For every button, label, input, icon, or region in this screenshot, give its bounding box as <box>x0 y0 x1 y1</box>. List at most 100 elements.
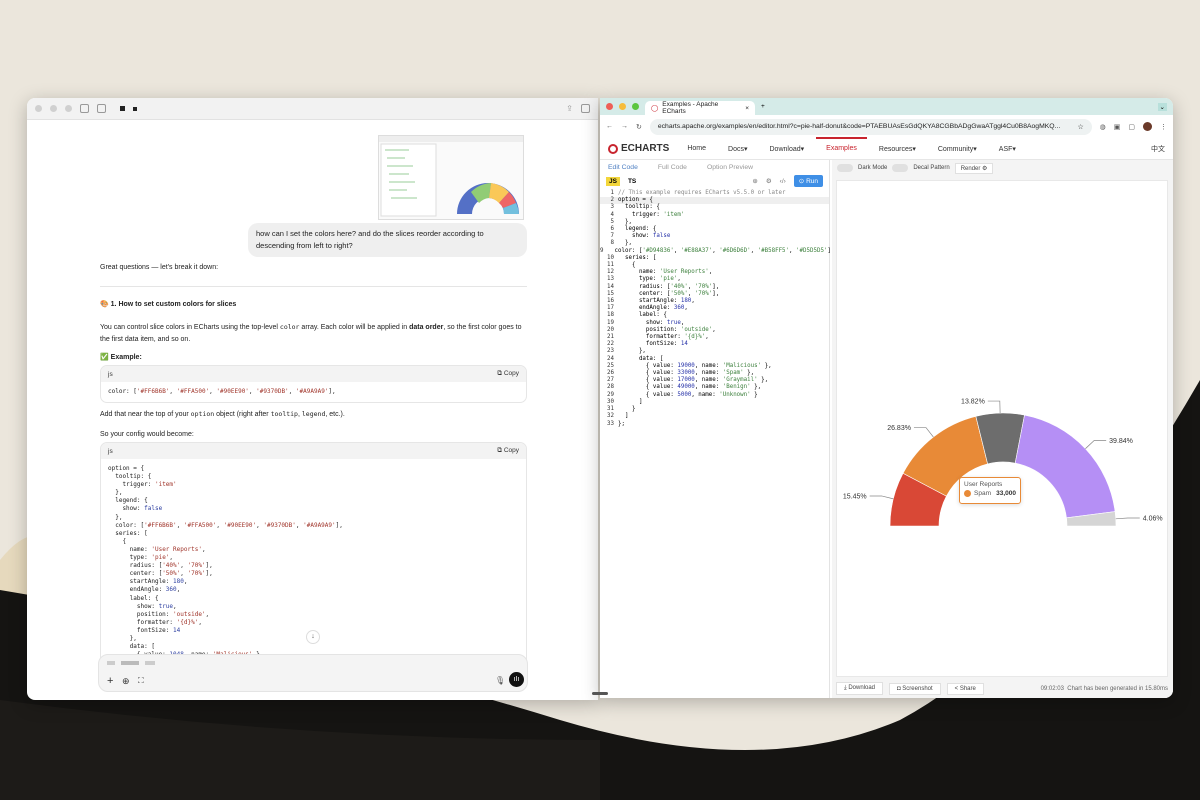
lang-js-tab[interactable]: JS <box>606 176 620 186</box>
code-token: 'Unknown' <box>719 391 751 398</box>
code-line: type: 'pie', <box>108 554 174 562</box>
globe-icon[interactable]: ⊕ <box>122 676 130 687</box>
code-token: 'item' <box>154 481 177 489</box>
extension-icon[interactable]: ▣ <box>1114 123 1121 131</box>
nav-examples[interactable]: Examples <box>816 137 867 152</box>
render-button[interactable]: Render ⚙ <box>954 162 994 174</box>
editor-line: 10 series: [ <box>600 255 829 262</box>
browser-tab[interactable]: ◯ Examples - Apache ECharts × <box>645 101 755 115</box>
code-line: name: 'User Reports', <box>108 545 206 553</box>
format-icon[interactable]: ⊕ <box>752 177 757 185</box>
code-token: '50%' <box>670 290 688 297</box>
extension-icon[interactable]: ◍ <box>1100 123 1106 131</box>
close-button[interactable] <box>35 105 42 112</box>
tab-option-preview[interactable]: Option Preview <box>707 164 753 171</box>
scroll-down-button[interactable]: ↓ <box>306 630 320 644</box>
line-code: fontSize: 14 <box>618 341 688 348</box>
download-button[interactable]: ⤓ Download <box>836 682 884 695</box>
code-line: legend: { <box>108 497 148 505</box>
zoom-button[interactable] <box>632 103 639 110</box>
settings-icon[interactable]: ⚙ <box>766 177 772 185</box>
nav-resources[interactable]: Resources▾ <box>879 145 916 153</box>
menu-icon[interactable]: ⋮ <box>1160 123 1167 131</box>
slice-benign[interactable] <box>1014 414 1116 519</box>
nav-asf[interactable]: ASF▾ <box>999 145 1016 153</box>
copy-button[interactable]: ⧉ Copy <box>497 370 519 378</box>
copy-button[interactable]: ⧉ Copy <box>497 447 519 455</box>
editor-line: 19 show: true, <box>600 320 829 327</box>
run-label: Run <box>806 178 818 185</box>
slice-label: 26.83% <box>887 425 911 432</box>
editor-line: 28 { value: 49000, name: 'Benign' }, <box>600 384 829 391</box>
tab-full-code[interactable]: Full Code <box>658 164 687 171</box>
code-icon[interactable]: ‹/› <box>780 178 786 185</box>
bookmark-star-icon[interactable]: ☆ <box>1078 123 1084 131</box>
code-token: 360 <box>165 586 177 594</box>
line-number: 11 <box>607 262 614 269</box>
code-token: 'outside' <box>173 610 206 618</box>
line-code: data: [ <box>618 355 664 362</box>
code-token: 'pie' <box>151 554 170 562</box>
code-editor[interactable]: 1// This example requires ECharts v5.5.0… <box>600 188 834 428</box>
assistant-intro: Great questions — let's break it down: <box>100 264 219 271</box>
split-view-handle[interactable] <box>592 692 608 695</box>
nav-docs[interactable]: Docs▾ <box>728 145 747 153</box>
code-token: 'Spam' <box>722 370 744 377</box>
microphone-icon[interactable]: 🎙 <box>495 676 505 685</box>
minimize-button[interactable] <box>619 103 626 110</box>
tab-search-icon[interactable]: ⌄ <box>1157 102 1167 111</box>
line-number: 19 <box>607 319 614 326</box>
editor-line: 25 { value: 19000, name: 'Malicious' }, <box>600 363 829 370</box>
line-number: 4 <box>610 211 615 218</box>
message-composer[interactable]: + ⊕ ⛶ 🎙 ıIı <box>98 654 528 692</box>
window-icon[interactable] <box>581 104 590 113</box>
redacted-model-name[interactable] <box>120 106 125 111</box>
nav-home[interactable]: Home <box>687 145 706 152</box>
lang-ts-tab[interactable]: TS <box>628 178 636 185</box>
zoom-button[interactable] <box>65 105 72 112</box>
profile-avatar[interactable] <box>1143 122 1152 131</box>
decal-toggle[interactable] <box>892 164 909 172</box>
line-code: { value: 19000, name: 'Malicious' }, <box>618 362 772 369</box>
back-icon[interactable]: ← <box>606 123 613 130</box>
chart-canvas[interactable]: 15.45% 26.83% 13.82% 39.84% 4.06% User Repor… <box>836 180 1168 677</box>
new-chat-icon[interactable] <box>97 104 106 113</box>
extensions-puzzle-icon[interactable]: ▢ <box>1128 123 1135 131</box>
code-token: '#6D6D6D' <box>719 247 751 254</box>
voice-mode-icon[interactable]: ıIı <box>509 672 524 687</box>
plus-icon[interactable]: + <box>107 675 113 687</box>
nav-community[interactable]: Community▾ <box>938 145 977 153</box>
line-code: series: [ <box>618 254 657 261</box>
attached-screenshot-thumbnail[interactable] <box>378 135 524 220</box>
dark-mode-toggle[interactable] <box>837 164 853 172</box>
composer-input-redacted[interactable] <box>107 661 155 665</box>
code-token: '#B58FF5' <box>757 247 790 254</box>
screenshot-button[interactable]: ◘ Screenshot <box>889 682 941 695</box>
close-tab-icon[interactable]: × <box>745 105 749 112</box>
forward-icon[interactable]: → <box>621 123 628 130</box>
language-switch[interactable]: 中文 <box>1151 144 1165 154</box>
line-code: position: 'outside', <box>618 326 716 333</box>
share-icon[interactable]: ⇪ <box>566 104 573 113</box>
close-button[interactable] <box>606 103 613 110</box>
tab-edit-code[interactable]: Edit Code <box>608 164 638 171</box>
minimize-button[interactable] <box>50 105 57 112</box>
inline-code: legend <box>301 410 326 418</box>
reload-icon[interactable]: ↻ <box>636 123 642 131</box>
line-code: center: ['50%', '70%'], <box>618 290 720 297</box>
config-intro: So your config would become: <box>100 431 194 438</box>
nav-download[interactable]: Download▾ <box>770 145 805 153</box>
code-token: 'Malicious' <box>722 362 762 369</box>
new-tab-icon[interactable]: + <box>761 103 765 110</box>
code-token: 'pie' <box>659 276 678 283</box>
url-input[interactable]: echarts.apache.org/examples/en/editor.ht… <box>649 118 1092 135</box>
echarts-logo[interactable]: ECHARTS <box>608 143 669 154</box>
tools-icon[interactable]: ⛶ <box>138 676 144 686</box>
dark-mode-label: Dark Mode <box>858 165 888 171</box>
share-button[interactable]: < Share <box>946 682 984 695</box>
code-token: '70%' <box>694 290 713 297</box>
sidebar-toggle-icon[interactable] <box>80 104 89 113</box>
code-line: center: ['50%', '70%'], <box>108 570 213 578</box>
run-button[interactable]: ⊙ Run <box>793 175 823 187</box>
divider <box>100 286 527 287</box>
